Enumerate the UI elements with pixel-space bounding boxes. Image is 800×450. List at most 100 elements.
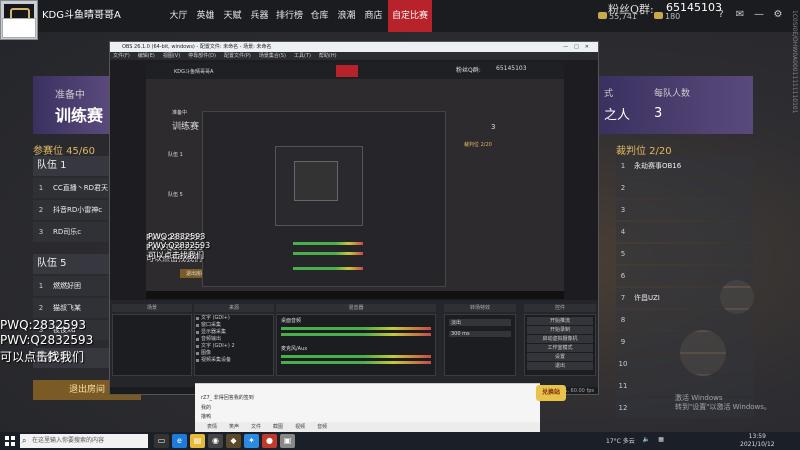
room-status: 准备中 xyxy=(55,90,85,101)
app-icon[interactable]: ▣ xyxy=(280,434,295,448)
taskbar-search[interactable]: 在这里输入你要搜索的内容 xyxy=(20,434,148,448)
nav-leaderboard[interactable]: 排行榜 xyxy=(274,0,305,32)
activate-windows-watermark: 激活 Windows 转到"设置"以激活 Windows。 xyxy=(675,394,771,412)
minimize-icon[interactable]: — xyxy=(752,9,766,21)
preview-fans-label: 粉丝Q群: xyxy=(456,67,481,74)
browser-icon[interactable]: ● xyxy=(262,434,277,448)
nav-tide[interactable]: 浪潮 xyxy=(334,0,359,32)
file-explorer-icon[interactable]: ▤ xyxy=(190,434,205,448)
slot-number: 3 xyxy=(620,206,626,214)
transition-duration[interactable]: 300 ms xyxy=(449,331,511,337)
team-member-row[interactable]: 2 猫叔飞某 xyxy=(33,298,109,318)
transition-select[interactable]: 淡出 xyxy=(449,319,511,326)
sources-header: 来源 xyxy=(194,304,274,312)
referee-row[interactable]: 8 xyxy=(616,310,754,330)
obs-menu-profile[interactable]: 配置文件(P) xyxy=(224,52,251,60)
mail-icon[interactable]: ✉ xyxy=(733,9,747,21)
volume-icon[interactable]: 🔈 xyxy=(643,436,650,445)
nav-shop[interactable]: 商店 xyxy=(361,0,386,32)
source-item[interactable]: 显示器采集 xyxy=(195,329,273,336)
obs-menu-tools[interactable]: 工具(T) xyxy=(294,52,311,60)
source-item[interactable]: 文字 (GDI+) xyxy=(195,315,273,322)
chat-line: 我的 xyxy=(201,405,212,411)
sources-list[interactable]: 文字 (GDI+) 窗口采集 显示器采集 音频输出 文字 (GDI+) 2 图像… xyxy=(194,314,274,376)
game-icon[interactable]: ◆ xyxy=(226,434,241,448)
desktop-audio-slider[interactable] xyxy=(281,333,431,336)
referee-row[interactable]: 9 xyxy=(616,332,754,352)
source-item[interactable]: 文字 (GDI+) 2 xyxy=(195,343,273,350)
team-header[interactable]: 队伍 1 xyxy=(33,156,109,176)
live-room-badge xyxy=(2,18,36,38)
source-item[interactable]: 窗口采集 xyxy=(195,322,273,329)
referee-row[interactable]: 1 永劫赛事OB16 xyxy=(616,156,754,176)
mixer-header: 混音器 xyxy=(276,304,436,312)
referee-row[interactable]: 5 xyxy=(616,244,754,264)
referee-row[interactable]: 10 xyxy=(616,354,754,374)
qq-icon[interactable]: ✦ xyxy=(244,434,259,448)
obs-menu-file[interactable]: 文件(F) xyxy=(113,52,130,60)
overlay-pwq-small: PWQ:2832593 xyxy=(148,232,206,241)
source-item[interactable]: 视频采集设备 xyxy=(195,357,273,364)
referee-row[interactable]: 11 xyxy=(616,376,754,396)
taskbar-clock[interactable]: 13:59 2021/10/12 xyxy=(740,433,775,449)
nav-talents[interactable]: 天赋 xyxy=(220,0,245,32)
team-size-value: 3 xyxy=(654,106,663,121)
obs-menu-edit[interactable]: 编辑(E) xyxy=(138,52,155,60)
source-item[interactable]: 图像 xyxy=(195,350,273,357)
member-name: 猫叔飞某 xyxy=(53,304,81,312)
nav-warehouse[interactable]: 仓库 xyxy=(307,0,332,32)
obs-menu-docks[interactable]: 停靠部件(D) xyxy=(188,52,216,60)
virtual-camera-button[interactable]: 启动虚拟摄像机 xyxy=(527,335,593,343)
network-icon[interactable]: ▦ xyxy=(658,436,664,445)
exchange-badge[interactable]: 兑换站 xyxy=(536,385,566,401)
referee-label: 裁判位 2/20 xyxy=(616,146,672,157)
window-controls-icon[interactable]: —□✕ xyxy=(563,42,595,52)
referee-row[interactable]: 6 xyxy=(616,266,754,286)
nav-custom-match[interactable]: 自定比赛 xyxy=(388,0,432,32)
preview-room-name: 训练赛 xyxy=(172,122,200,132)
start-recording-button[interactable]: 开始录制 xyxy=(527,326,593,334)
team-member-row[interactable]: 1 CC直播丶RD君天 xyxy=(33,178,109,198)
referee-row[interactable]: 7 许昌UZI xyxy=(616,288,754,308)
team-member-row[interactable]: 1 燃燃好困 xyxy=(33,276,109,296)
referee-name xyxy=(630,398,634,418)
nav-lobby[interactable]: 大厅 xyxy=(166,0,191,32)
nav-weapons[interactable]: 兵器 xyxy=(247,0,272,32)
start-streaming-button[interactable]: 开始推流 xyxy=(527,317,593,325)
preview-referee-label: 裁判位 2/20 xyxy=(464,142,492,148)
exit-button[interactable]: 退出 xyxy=(527,362,593,370)
scenes-list[interactable] xyxy=(112,314,192,376)
obs-menu-view[interactable]: 视图(V) xyxy=(163,52,180,60)
referee-row[interactable]: 2 xyxy=(616,178,754,198)
start-icon[interactable] xyxy=(5,436,15,446)
team-member-row[interactable]: 3 RD司乐c xyxy=(33,222,109,242)
obs-menu-scene-collection[interactable]: 场景集合(S) xyxy=(259,52,286,60)
controls-panel: 开始推流 开始录制 启动虚拟摄像机 工作室模式 设置 退出 xyxy=(524,314,596,376)
mic-audio-meter xyxy=(281,355,431,358)
obs-preview[interactable]: KDG斗鱼晴哥哥A 粉丝Q群: 65145103 准备中 训练赛 3 队伍 1 … xyxy=(146,63,564,299)
member-name: 抖音RD小雷神c xyxy=(53,206,103,214)
watermark-line1: 激活 Windows xyxy=(675,394,723,402)
coin-icon xyxy=(654,12,663,19)
slot-number: 5 xyxy=(620,250,626,258)
mode-value: 之人 xyxy=(604,108,631,123)
referee-row[interactable]: 4 xyxy=(616,222,754,242)
team-header[interactable]: 队伍 5 xyxy=(33,254,109,274)
clock-date: 2021/10/12 xyxy=(740,441,775,448)
task-view-icon[interactable]: ▭ xyxy=(154,434,169,448)
help-icon[interactable]: ? xyxy=(714,9,728,21)
obs-menu-help[interactable]: 帮助(H) xyxy=(319,52,337,60)
referee-row[interactable]: 3 xyxy=(616,200,754,220)
scenes-header: 场景 xyxy=(112,304,192,312)
edge-icon[interactable]: e xyxy=(172,434,187,448)
mic-audio-slider[interactable] xyxy=(281,361,431,364)
studio-mode-button[interactable]: 工作室模式 xyxy=(527,344,593,352)
settings-button[interactable]: 设置 xyxy=(527,353,593,361)
member-name: CC直播丶RD君天 xyxy=(53,184,109,192)
nav-heroes[interactable]: 英雄 xyxy=(193,0,218,32)
team-member-row[interactable]: 2 抖音RD小雷神c xyxy=(33,200,109,220)
weather-text[interactable]: 17°C 多云 xyxy=(606,436,635,445)
obs-icon[interactable]: ◉ xyxy=(208,434,223,448)
settings-icon[interactable]: ⚙ xyxy=(771,9,785,21)
source-item[interactable]: 音频输出 xyxy=(195,336,273,343)
